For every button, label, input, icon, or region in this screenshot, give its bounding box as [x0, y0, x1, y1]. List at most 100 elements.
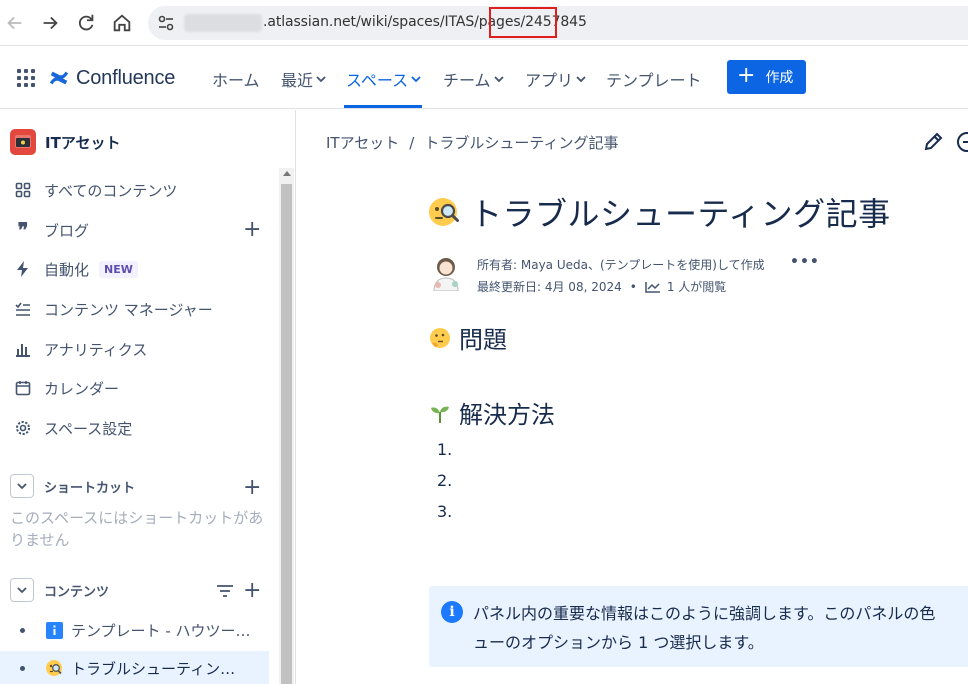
magnifier-emoji-icon — [45, 659, 63, 677]
page-actions-icon[interactable] — [956, 131, 968, 153]
breadcrumb: ITアセット / トラブルシューティング記事 — [326, 132, 618, 153]
nav-teams-label: チーム — [443, 71, 491, 90]
space-avatar-icon — [10, 129, 36, 155]
active-tab-indicator — [344, 105, 422, 108]
nav-home-label: ホーム — [212, 71, 260, 90]
breadcrumb-page-link[interactable]: トラブルシューティング記事 — [424, 134, 618, 152]
nav-home[interactable]: ホーム — [212, 67, 260, 91]
quote-icon: ❞ — [17, 218, 29, 242]
sidebar-item-label: コンテンツ マネージャー — [44, 300, 213, 319]
confluence-header: Confluence ホーム 最近 スペース チーム アプリ テンプレート + 作… — [0, 47, 968, 109]
space-sidebar: ITアセット すべてのコンテンツ ❞ ブログ + 自動化 NEW コンテンツ マ… — [0, 110, 296, 684]
grid-icon — [14, 181, 32, 199]
nav-apps-label: アプリ — [525, 71, 574, 90]
chevron-down-icon[interactable] — [10, 578, 34, 602]
product-name: Confluence — [76, 66, 176, 89]
redacted-subdomain — [184, 14, 262, 32]
chevron-down-icon[interactable] — [10, 474, 34, 498]
meta-bullet: • — [629, 279, 637, 294]
sidebar-item-all-content[interactable]: すべてのコンテンツ — [14, 178, 177, 202]
sidebar-item-space-settings[interactable]: スペース設定 — [14, 416, 132, 440]
lightning-icon — [14, 260, 32, 278]
back-icon[interactable] — [4, 12, 26, 34]
list-item[interactable]: 2. — [437, 471, 452, 490]
add-content-icon[interactable]: + — [243, 580, 261, 602]
nav-templates[interactable]: テンプレート — [606, 67, 702, 91]
breadcrumb-space-link[interactable]: ITアセット — [326, 134, 399, 152]
avatar[interactable] — [430, 255, 462, 291]
filter-icon[interactable] — [216, 584, 234, 598]
add-shortcut-icon[interactable]: + — [243, 477, 261, 499]
sidebar-item-analytics[interactable]: アナリティクス — [14, 337, 147, 361]
list-item[interactable]: 1. — [437, 440, 452, 459]
nav-apps[interactable]: アプリ — [525, 67, 586, 91]
confluence-logo[interactable]: Confluence — [48, 65, 175, 91]
edit-pencil-icon[interactable] — [922, 131, 944, 153]
shortcuts-empty-message: このスペースにはショートカットがありません — [10, 509, 264, 549]
tree-item-label: トラブルシューティン… — [71, 659, 236, 678]
browser-toolbar: .atlassian.net/wiki/spaces/ITAS/pages/24… — [0, 0, 968, 46]
heading-problem-text: 問題 — [459, 326, 507, 354]
heading-solution-text: 解決方法 — [459, 401, 555, 429]
page-title: トラブルシューティング記事 — [470, 195, 891, 233]
create-button[interactable]: + 作成 — [727, 60, 806, 94]
nav-recent[interactable]: 最近 — [281, 67, 326, 91]
info-icon — [45, 621, 63, 639]
owner-info: 所有者: Maya Ueda、(テンプレートを使用)して作成 — [477, 258, 765, 272]
nav-spaces[interactable]: スペース — [346, 67, 421, 91]
sidebar-scrollbar[interactable] — [279, 168, 294, 684]
info-panel-line: パネル内の重要な情報はこのように強調します。このパネルの色 — [473, 604, 936, 623]
nav-recent-label: 最近 — [281, 71, 314, 90]
nav-templates-label: テンプレート — [606, 71, 702, 90]
info-panel: i パネル内の重要な情報はこのように強調します。このパネルの色 ューのオプション… — [429, 586, 968, 667]
scroll-up-arrow-icon[interactable] — [283, 171, 291, 176]
sidebar-item-label: カレンダー — [44, 379, 120, 398]
list-check-icon — [14, 300, 32, 318]
add-blog-icon[interactable]: + — [243, 219, 261, 241]
forward-icon[interactable] — [39, 12, 61, 34]
sidebar-item-label: 自動化 — [44, 260, 90, 279]
address-bar[interactable]: .atlassian.net/wiki/spaces/ITAS/pages/24… — [148, 6, 968, 40]
app-switcher-icon[interactable] — [16, 68, 36, 88]
chevron-down-icon — [493, 76, 504, 83]
sidebar-item-content-manager[interactable]: コンテンツ マネージャー — [14, 297, 213, 321]
confluence-logo-icon — [49, 71, 69, 85]
list-item[interactable]: 3. — [437, 502, 452, 521]
site-settings-icon[interactable] — [156, 13, 176, 33]
nav-teams[interactable]: チーム — [443, 67, 504, 91]
bullet-dot — [20, 627, 25, 633]
chevron-down-icon — [411, 76, 421, 83]
new-badge: NEW — [99, 260, 138, 278]
bar-chart-icon — [14, 340, 32, 358]
chevron-down-icon — [576, 76, 586, 83]
page-title-row: トラブルシューティング記事 — [428, 189, 891, 235]
sidebar-item-automation[interactable]: 自動化 NEW — [14, 257, 138, 281]
view-count[interactable]: 1 人が閲覧 — [667, 278, 726, 295]
content-section-header[interactable]: コンテンツ — [10, 578, 109, 602]
sidebar-item-label: スペース設定 — [44, 419, 133, 438]
home-icon[interactable] — [111, 12, 133, 34]
chevron-down-icon — [316, 76, 326, 83]
scrollbar-thumb[interactable] — [281, 184, 292, 684]
reload-icon[interactable] — [75, 12, 97, 34]
space-name: ITアセット — [45, 133, 121, 152]
url-highlight-box — [489, 7, 557, 38]
tree-item-label: テンプレート - ハウツー… — [71, 621, 251, 640]
nav-spaces-label: スペース — [346, 71, 409, 90]
sidebar-item-blog[interactable]: ❞ ブログ — [14, 218, 89, 242]
shortcuts-section-header[interactable]: ショートカット — [10, 474, 135, 498]
info-panel-line: ューのオプションから 1 つ選択します。 — [473, 633, 764, 652]
tree-item-howto-template[interactable]: テンプレート - ハウツー… — [0, 613, 269, 647]
last-updated: 最終更新日: 4月 08, 2024 — [477, 280, 622, 294]
calendar-icon — [14, 379, 32, 397]
sidebar-item-calendar[interactable]: カレンダー — [14, 376, 119, 400]
gear-icon — [14, 419, 32, 437]
heading-solution: 解決方法 — [429, 395, 555, 430]
space-header[interactable]: ITアセット — [10, 129, 121, 155]
more-actions-icon[interactable]: ••• — [790, 254, 820, 270]
tree-item-troubleshooting[interactable]: トラブルシューティン… — [0, 651, 269, 684]
shortcuts-label: ショートカット — [44, 480, 136, 496]
seedling-icon — [431, 406, 449, 423]
magnifier-emoji-icon — [429, 198, 459, 226]
sidebar-item-label: すべてのコンテンツ — [44, 181, 178, 200]
